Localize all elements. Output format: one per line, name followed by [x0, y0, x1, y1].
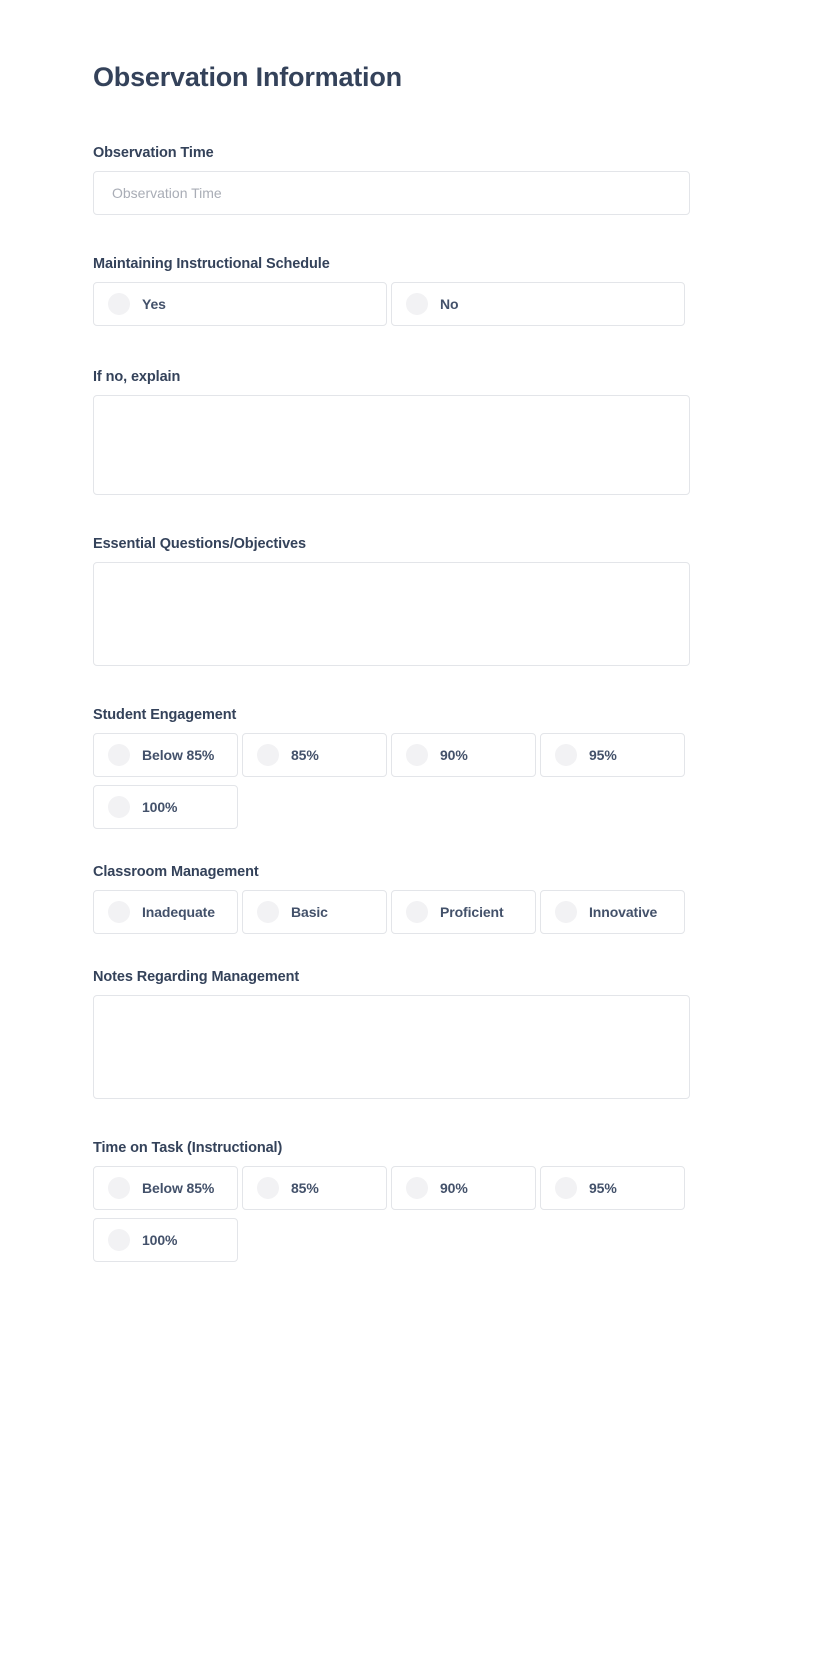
radio-circle-icon — [555, 901, 577, 923]
options-row-classroom-management: Inadequate Basic Proficient Innovative — [91, 890, 692, 942]
option-student-engagement-95[interactable]: 95% — [540, 733, 685, 777]
field-label-student-engagement: Student Engagement — [93, 707, 237, 723]
form-container: Observation Information Observation Time… — [93, 0, 690, 1270]
radio-circle-icon — [555, 744, 577, 766]
if-no-explain-textarea[interactable] — [93, 395, 690, 495]
option-label: Innovative — [589, 904, 658, 920]
field-time-on-task: Time on Task (Instructional) Below 85% 8… — [93, 1139, 690, 1270]
option-classroom-management-innovative[interactable]: Innovative — [540, 890, 685, 934]
options-row-student-engagement: Below 85% 85% 90% 95% 100% — [91, 733, 692, 837]
radio-circle-icon — [108, 744, 130, 766]
field-label-classroom-management: Classroom Management — [93, 864, 259, 880]
field-notes-regarding-management: Notes Regarding Management — [93, 968, 690, 1099]
field-label-essential-questions-objectives: Essential Questions/Objectives — [93, 536, 306, 552]
option-classroom-management-inadequate[interactable]: Inadequate — [93, 890, 238, 934]
option-label: 90% — [440, 747, 468, 763]
option-time-on-task-100[interactable]: 100% — [93, 1218, 238, 1262]
radio-circle-icon — [555, 1177, 577, 1199]
option-time-on-task-90[interactable]: 90% — [391, 1166, 536, 1210]
radio-circle-icon — [108, 1229, 130, 1251]
radio-circle-icon — [257, 744, 279, 766]
radio-circle-icon — [406, 744, 428, 766]
field-classroom-management: Classroom Management Inadequate Basic Pr… — [93, 863, 690, 942]
option-label: 90% — [440, 1180, 468, 1196]
radio-circle-icon — [257, 901, 279, 923]
option-student-engagement-85[interactable]: 85% — [242, 733, 387, 777]
field-maintaining-instructional-schedule: Maintaining Instructional Schedule Yes N… — [93, 255, 690, 334]
observation-time-input[interactable] — [93, 171, 690, 215]
option-label: 95% — [589, 1180, 617, 1196]
option-label: 95% — [589, 747, 617, 763]
field-observation-time: Observation Time — [93, 144, 690, 215]
option-maintaining-no[interactable]: No — [391, 282, 685, 326]
radio-circle-icon — [108, 796, 130, 818]
option-label: Below 85% — [142, 1180, 215, 1196]
field-label-observation-time: Observation Time — [93, 145, 214, 161]
radio-circle-icon — [406, 1177, 428, 1199]
option-time-on-task-85[interactable]: 85% — [242, 1166, 387, 1210]
option-time-on-task-95[interactable]: 95% — [540, 1166, 685, 1210]
option-label: Inadequate — [142, 904, 215, 920]
field-if-no-explain: If no, explain — [93, 368, 690, 495]
field-essential-questions-objectives: Essential Questions/Objectives — [93, 535, 690, 666]
option-classroom-management-proficient[interactable]: Proficient — [391, 890, 536, 934]
radio-circle-icon — [108, 293, 130, 315]
options-row-time-on-task: Below 85% 85% 90% 95% 100% — [91, 1166, 692, 1270]
field-student-engagement: Student Engagement Below 85% 85% 90% 95% — [93, 706, 690, 837]
field-label-maintaining-instructional-schedule: Maintaining Instructional Schedule — [93, 256, 330, 272]
page-title: Observation Information — [93, 62, 402, 92]
option-label: 85% — [291, 747, 319, 763]
field-label-time-on-task: Time on Task (Instructional) — [93, 1140, 283, 1156]
option-label: No — [440, 296, 459, 312]
option-maintaining-yes[interactable]: Yes — [93, 282, 387, 326]
field-label-notes-regarding-management: Notes Regarding Management — [93, 969, 300, 985]
radio-circle-icon — [257, 1177, 279, 1199]
radio-circle-icon — [406, 901, 428, 923]
option-student-engagement-100[interactable]: 100% — [93, 785, 238, 829]
option-time-on-task-below-85[interactable]: Below 85% — [93, 1166, 238, 1210]
option-student-engagement-90[interactable]: 90% — [391, 733, 536, 777]
option-label: 100% — [142, 1232, 178, 1248]
option-label: Basic — [291, 904, 328, 920]
option-classroom-management-basic[interactable]: Basic — [242, 890, 387, 934]
options-row-maintaining-instructional-schedule: Yes No — [91, 282, 692, 334]
field-label-if-no-explain: If no, explain — [93, 369, 181, 385]
option-label: 100% — [142, 799, 178, 815]
radio-circle-icon — [406, 293, 428, 315]
option-label: Below 85% — [142, 747, 215, 763]
option-label: Yes — [142, 296, 166, 312]
observation-form-page: Observation Information Observation Time… — [0, 0, 840, 1680]
notes-regarding-management-textarea[interactable] — [93, 995, 690, 1099]
option-label: Proficient — [440, 904, 504, 920]
radio-circle-icon — [108, 1177, 130, 1199]
essential-questions-objectives-textarea[interactable] — [93, 562, 690, 666]
option-student-engagement-below-85[interactable]: Below 85% — [93, 733, 238, 777]
option-label: 85% — [291, 1180, 319, 1196]
radio-circle-icon — [108, 901, 130, 923]
